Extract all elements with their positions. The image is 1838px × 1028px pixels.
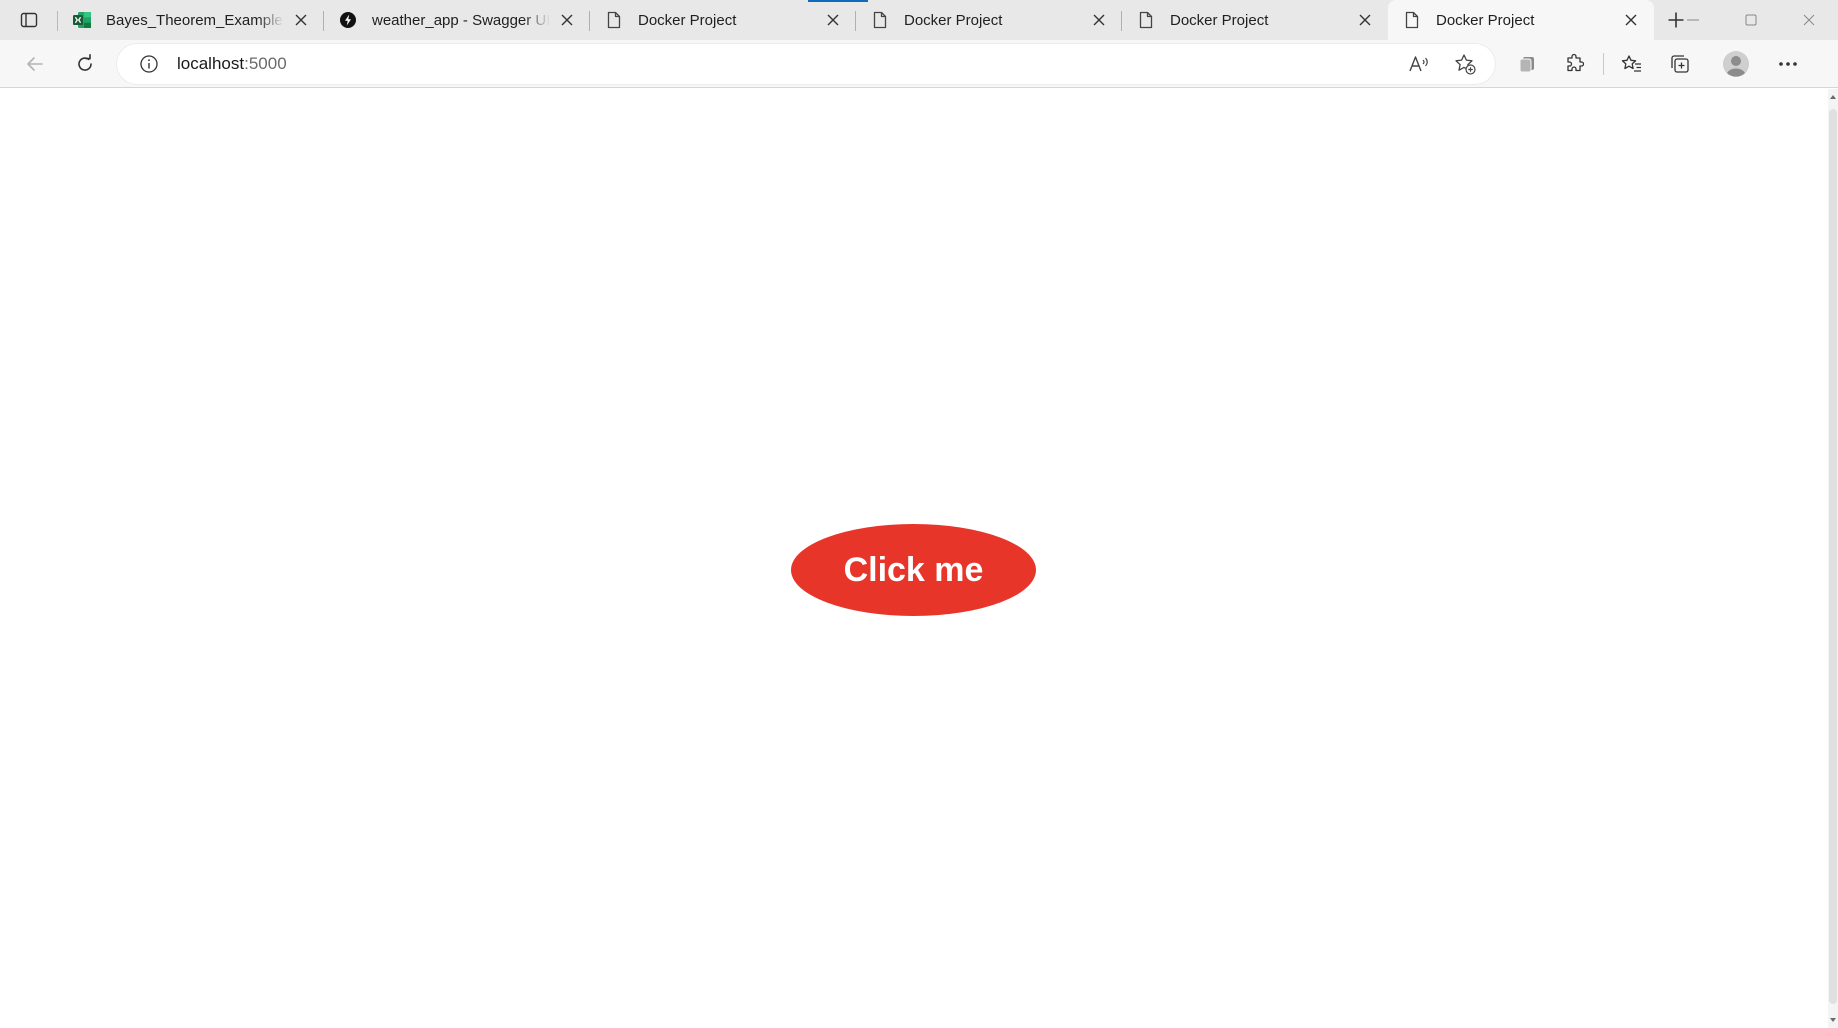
url-text[interactable]: localhost:5000 — [177, 54, 1399, 74]
maximize-button[interactable] — [1722, 0, 1780, 40]
profile-button[interactable] — [1714, 44, 1758, 84]
toolbar-divider — [1603, 52, 1604, 75]
collections-icon — [1671, 54, 1689, 73]
minimize-button[interactable] — [1664, 0, 1722, 40]
close-tab-icon[interactable] — [1620, 9, 1642, 31]
reload-icon — [78, 53, 92, 71]
add-favorite-button[interactable] — [1445, 44, 1485, 84]
star-add-icon — [1455, 53, 1476, 75]
tab-swagger[interactable]: weather_app - Swagger UI — [324, 0, 590, 40]
vertical-scrollbar[interactable] — [1828, 89, 1838, 1028]
site-info-icon[interactable] — [135, 50, 163, 78]
scroll-up-arrow-icon[interactable] — [1830, 95, 1836, 99]
tab-docker-3[interactable]: Docker Project — [1122, 0, 1388, 40]
copilot-extension-icon — [1519, 56, 1534, 72]
read-aloud-icon — [1409, 55, 1428, 71]
url-host: localhost — [177, 53, 245, 73]
read-aloud-button[interactable] — [1399, 44, 1439, 84]
close-tab-icon[interactable] — [1354, 9, 1376, 31]
avatar-icon — [1723, 50, 1749, 77]
favorites-icon — [1621, 54, 1641, 72]
tab-docker-active[interactable]: Docker Project — [1388, 0, 1654, 40]
back-arrow-icon — [27, 56, 43, 71]
maximize-icon — [1745, 14, 1757, 26]
tab-list: Bayes_Theorem_Examples.xlsx weather_app … — [58, 0, 1654, 40]
tab-title: Docker Project — [1436, 11, 1535, 29]
page-icon — [870, 10, 890, 30]
close-tab-icon[interactable] — [822, 9, 844, 31]
excel-icon — [72, 10, 92, 30]
tab-actions-icon — [20, 12, 38, 28]
browser-toolbar: localhost:5000 — [0, 40, 1838, 88]
tab-bayes[interactable]: Bayes_Theorem_Examples.xlsx — [58, 0, 324, 40]
close-tab-icon[interactable] — [290, 9, 312, 31]
more-options-button[interactable] — [1768, 44, 1808, 84]
close-window-button[interactable] — [1780, 0, 1838, 40]
toolbar-right — [1507, 44, 1808, 84]
favorites-button[interactable] — [1612, 44, 1652, 84]
back-button[interactable] — [15, 44, 55, 84]
tab-title: weather_app - Swagger UI — [372, 11, 550, 29]
puzzle-icon — [1567, 53, 1585, 71]
tab-title: Bayes_Theorem_Examples.xlsx — [106, 11, 284, 29]
tab-actions-button[interactable] — [0, 0, 58, 40]
close-window-icon — [1803, 14, 1815, 26]
minimize-icon — [1687, 19, 1699, 21]
tab-title: Docker Project — [1170, 11, 1269, 29]
close-tab-icon[interactable] — [1088, 9, 1110, 31]
tab-title: Docker Project — [904, 11, 1003, 29]
swagger-icon — [338, 10, 358, 30]
scrollbar-thumb[interactable] — [1829, 109, 1837, 1004]
close-tab-icon[interactable] — [556, 9, 578, 31]
page-icon — [1402, 10, 1422, 30]
page-icon — [604, 10, 624, 30]
tab-strip: Bayes_Theorem_Examples.xlsx weather_app … — [0, 0, 1838, 40]
tab-docker-1[interactable]: Docker Project — [590, 0, 856, 40]
tab-docker-2[interactable]: Docker Project — [856, 0, 1122, 40]
collections-button[interactable] — [1660, 44, 1700, 84]
extension-button[interactable] — [1507, 44, 1547, 84]
ellipsis-icon — [1779, 61, 1797, 66]
click-me-button[interactable]: Click me — [791, 524, 1036, 616]
url-port: :5000 — [244, 53, 287, 73]
extensions-button[interactable] — [1555, 44, 1595, 84]
address-bar[interactable]: localhost:5000 — [117, 43, 1495, 84]
page-icon — [1136, 10, 1156, 30]
window-controls — [1664, 0, 1838, 40]
page-viewport: Click me — [0, 89, 1838, 1028]
tab-title: Docker Project — [638, 11, 737, 29]
reload-button[interactable] — [65, 44, 105, 84]
scroll-down-arrow-icon[interactable] — [1830, 1018, 1836, 1022]
loading-indicator — [808, 0, 868, 2]
